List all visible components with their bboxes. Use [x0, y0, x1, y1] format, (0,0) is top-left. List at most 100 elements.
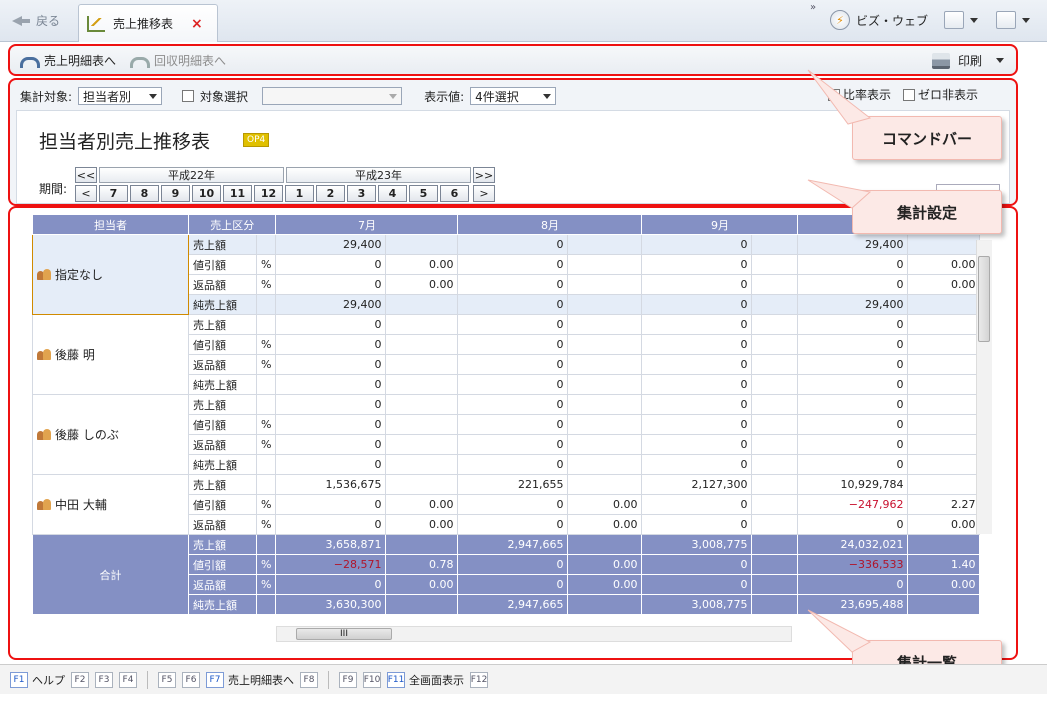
month-button[interactable]: 11 — [223, 185, 252, 202]
value-cell[interactable]: 0.00 — [567, 574, 643, 595]
type-cell[interactable]: 純売上額 — [188, 294, 257, 315]
value-cell[interactable] — [751, 494, 799, 515]
value-cell[interactable]: 221,655 — [457, 474, 569, 495]
type-cell[interactable]: % — [255, 254, 277, 275]
fkey-f9[interactable]: F9 — [339, 671, 357, 688]
month-button[interactable]: 5 — [409, 185, 438, 202]
value-cell[interactable] — [907, 434, 981, 455]
target-dropdown[interactable] — [262, 87, 403, 105]
vertical-scroll-thumb[interactable] — [978, 256, 990, 342]
type-cell[interactable]: % — [255, 354, 277, 375]
value-cell[interactable] — [385, 234, 459, 255]
value-cell[interactable] — [751, 374, 799, 395]
type-cell[interactable]: 値引額 — [188, 334, 257, 355]
value-cell[interactable] — [751, 474, 799, 495]
type-cell[interactable]: 値引額 — [188, 554, 257, 575]
value-cell[interactable]: 0 — [641, 334, 753, 355]
type-cell[interactable]: 返品額 — [188, 514, 257, 535]
value-cell[interactable] — [751, 294, 799, 315]
rep-name-cell[interactable]: 後藤 しのぶ — [32, 394, 189, 475]
value-cell[interactable]: 0 — [797, 254, 909, 275]
type-cell[interactable]: 値引額 — [188, 414, 257, 435]
value-cell[interactable]: 0 — [457, 314, 569, 335]
type-cell[interactable]: % — [255, 274, 277, 295]
value-cell[interactable]: 0 — [641, 254, 753, 275]
type-cell[interactable]: 売上額 — [188, 394, 257, 415]
value-cell[interactable]: 0 — [457, 254, 569, 275]
value-cell[interactable]: 0 — [797, 514, 909, 535]
rep-name-cell[interactable]: 後藤 明 — [32, 314, 189, 395]
value-cell[interactable] — [751, 454, 799, 475]
print-button[interactable]: 印刷 — [931, 52, 1004, 69]
value-cell[interactable]: 0 — [457, 354, 569, 375]
value-cell[interactable]: 24,032,021 — [797, 534, 909, 555]
value-cell[interactable]: 0.00 — [385, 574, 459, 595]
value-cell[interactable]: 0 — [275, 334, 387, 355]
value-cell[interactable]: 0 — [797, 574, 909, 595]
value-cell[interactable] — [567, 534, 643, 555]
type-cell[interactable] — [255, 294, 277, 315]
type-cell[interactable]: 売上額 — [188, 534, 257, 555]
fkey-f6[interactable]: F6 — [182, 671, 200, 688]
value-cell[interactable] — [567, 454, 643, 475]
value-cell[interactable]: 0 — [275, 254, 387, 275]
month-button[interactable]: 6 — [440, 185, 469, 202]
prev-year-button[interactable]: << — [75, 167, 97, 183]
value-cell[interactable]: 0.00 — [907, 574, 981, 595]
back-button[interactable]: 戻る — [12, 12, 60, 29]
type-cell[interactable]: % — [255, 574, 277, 595]
value-cell[interactable] — [567, 354, 643, 375]
value-cell[interactable]: 0 — [457, 274, 569, 295]
to-collection-detail-button[interactable]: 回収明細表へ — [130, 52, 226, 69]
type-cell[interactable] — [255, 594, 277, 615]
value-cell[interactable]: 3,630,300 — [275, 594, 387, 615]
fkey-f3[interactable]: F3 — [95, 671, 113, 688]
type-cell[interactable] — [255, 314, 277, 335]
month-button[interactable]: 1 — [285, 185, 314, 202]
value-cell[interactable]: 0 — [797, 414, 909, 435]
rep-name-cell[interactable]: 指定なし — [32, 234, 189, 315]
value-cell[interactable] — [567, 414, 643, 435]
value-cell[interactable]: 23,695,488 — [797, 594, 909, 615]
value-cell[interactable] — [751, 514, 799, 535]
type-cell[interactable]: 返品額 — [188, 354, 257, 375]
tab-sales-trend[interactable]: 売上推移表 × — [78, 4, 218, 42]
value-cell[interactable]: 0 — [641, 554, 753, 575]
horizontal-scroll-thumb[interactable]: III — [296, 628, 392, 640]
type-cell[interactable]: 返品額 — [188, 274, 257, 295]
value-cell[interactable] — [751, 434, 799, 455]
table-row[interactable]: 指定なし 売上額 29,400 0 0 29,400 — [32, 234, 981, 315]
table-row[interactable]: 中田 大輔 売上額 1,536,675 221,655 2,127,300 10,929,… — [32, 474, 981, 535]
value-cell[interactable] — [385, 334, 459, 355]
value-cell[interactable] — [385, 354, 459, 375]
value-cell[interactable]: 0 — [275, 314, 387, 335]
value-cell[interactable] — [385, 374, 459, 395]
value-cell[interactable] — [751, 574, 799, 595]
lightning-icon[interactable]: ⚡ — [830, 10, 850, 30]
target-select-checkbox[interactable] — [182, 90, 195, 102]
type-cell[interactable]: 純売上額 — [188, 594, 257, 615]
value-cell[interactable]: 0.00 — [567, 514, 643, 535]
type-cell[interactable]: 純売上額 — [188, 374, 257, 395]
to-sales-detail-button[interactable]: 売上明細表へ — [20, 52, 116, 69]
value-cell[interactable] — [567, 394, 643, 415]
type-cell[interactable]: 売上額 — [188, 234, 257, 255]
value-cell[interactable]: 1,536,675 — [275, 474, 387, 495]
value-cell[interactable] — [751, 534, 799, 555]
value-cell[interactable] — [907, 394, 981, 415]
value-cell[interactable] — [907, 594, 981, 615]
value-cell[interactable]: −247,962 — [797, 494, 909, 515]
value-cell[interactable]: 0 — [457, 554, 569, 575]
value-cell[interactable]: 0 — [797, 434, 909, 455]
type-cell[interactable]: 値引額 — [188, 254, 257, 275]
value-cell[interactable]: 0.00 — [385, 254, 459, 275]
value-cell[interactable] — [385, 294, 459, 315]
year-button-h22[interactable]: 平成22年 — [99, 167, 284, 183]
value-cell[interactable]: 0 — [457, 374, 569, 395]
value-cell[interactable]: 0 — [797, 454, 909, 475]
value-cell[interactable]: 0.00 — [907, 254, 981, 275]
value-cell[interactable]: 0.00 — [385, 514, 459, 535]
value-cell[interactable]: 0.00 — [567, 554, 643, 575]
value-cell[interactable] — [567, 274, 643, 295]
ratio-checkbox[interactable]: ✓ — [827, 88, 840, 101]
